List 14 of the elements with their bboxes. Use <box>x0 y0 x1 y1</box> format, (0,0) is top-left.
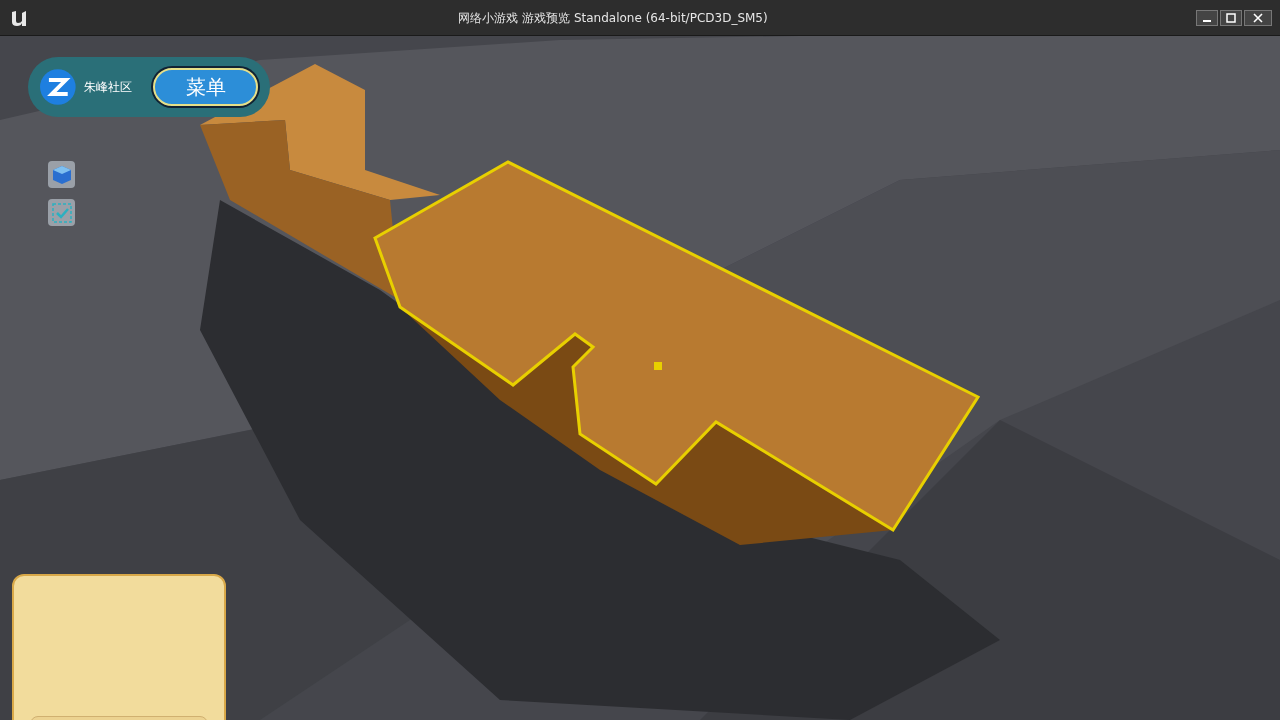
close-button[interactable] <box>1244 9 1272 26</box>
checkbox-tool-button[interactable] <box>48 199 75 226</box>
check-icon <box>50 201 73 224</box>
maximize-button[interactable] <box>1220 9 1242 26</box>
window-title: 网络小游戏 游戏预览 Standalone (64-bit/PCD3D_SM5) <box>458 9 768 27</box>
cube-tool-button[interactable] <box>48 161 75 188</box>
close-icon <box>1253 12 1263 23</box>
logo-icon <box>40 69 76 105</box>
maximize-icon <box>1226 12 1236 23</box>
menu-button[interactable]: 菜单 <box>153 68 258 106</box>
minimize-button[interactable] <box>1196 9 1218 26</box>
minimize-icon <box>1203 19 1211 22</box>
community-label: 朱峰社区 <box>83 79 133 96</box>
cube-icon <box>50 163 73 186</box>
